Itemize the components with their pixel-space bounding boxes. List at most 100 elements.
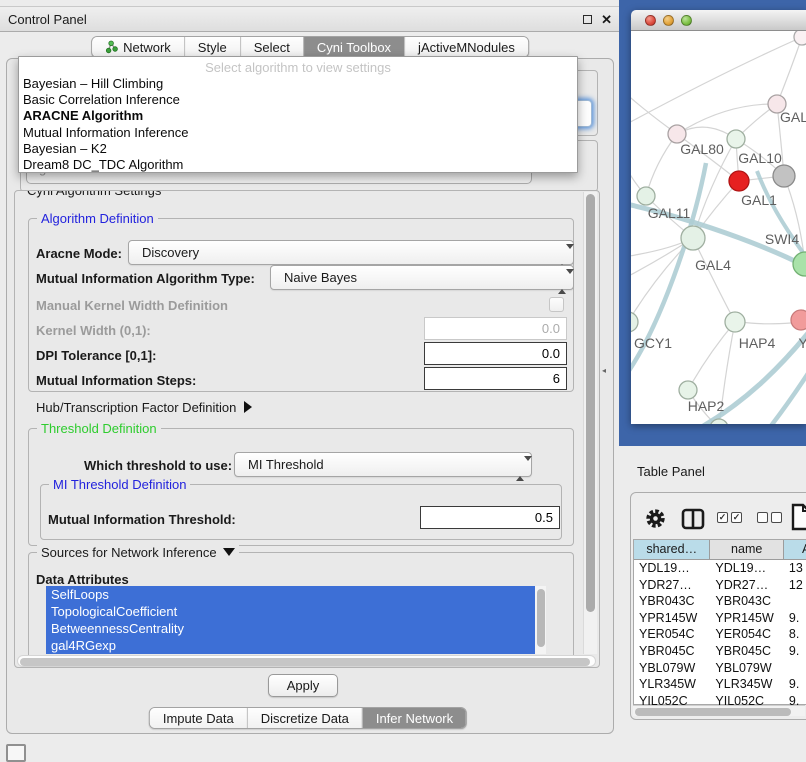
attribute-item[interactable]: TopologicalCoefficient: [46, 603, 535, 620]
tab-cyni-toolbox[interactable]: Cyni Toolbox: [303, 37, 404, 57]
close-traffic-light-icon[interactable]: [645, 15, 656, 26]
network-node-gal1[interactable]: [729, 171, 749, 191]
restore-window-icon[interactable]: [583, 15, 592, 24]
kernel-width-label: Kernel Width (0,1):: [36, 323, 151, 338]
minimize-traffic-light-icon[interactable]: [663, 15, 674, 26]
network-node-gal11[interactable]: [637, 187, 655, 205]
table-cell: YBR045C: [634, 643, 710, 660]
mi-steps-field[interactable]: 6: [424, 367, 567, 390]
mi-type-value: Naive Bayes: [284, 270, 357, 285]
network-node-swi4[interactable]: [793, 252, 806, 276]
which-threshold-combobox[interactable]: MI Threshold: [234, 452, 532, 477]
network-node-gcy1[interactable]: [631, 312, 638, 332]
settings-group-title: Cyni Algorithm Settings: [23, 190, 165, 198]
columns-icon[interactable]: [681, 508, 705, 530]
hub-definition-toggle[interactable]: Hub/Transcription Factor Definition: [36, 400, 252, 415]
tab-infer-network[interactable]: Infer Network: [362, 708, 466, 728]
tab-discretize-data[interactable]: Discretize Data: [247, 708, 362, 728]
table-cell: YPR145W: [710, 610, 784, 627]
control-panel-titlebar: Control Panel ✕: [0, 6, 620, 32]
settings-vertical-scrollbar[interactable]: [583, 192, 597, 654]
aracne-mode-combobox[interactable]: Discovery: [128, 240, 574, 265]
network-edge[interactable]: [646, 134, 677, 196]
algorithm-option[interactable]: Basic Correlation Inference: [19, 92, 577, 108]
collapsed-arrow-icon: [244, 401, 252, 413]
algorithm-option[interactable]: ARACNE Algorithm: [19, 108, 577, 124]
column-header-name[interactable]: name: [710, 540, 784, 560]
attributes-scrollbar[interactable]: [535, 586, 546, 654]
network-view-window[interactable]: GALGAL80GAL10GAL1GAL11SWI4GAL4GCY1HAP4YH…: [631, 10, 806, 424]
table-row[interactable]: YPR145WYPR145W9.: [634, 610, 806, 627]
attribute-item[interactable]: SelfLoops: [46, 586, 535, 603]
network-node-hap2[interactable]: [679, 381, 697, 399]
table-row[interactable]: YER054CYER054C8.: [634, 626, 806, 643]
table-row[interactable]: YDL19…YDL19…13: [634, 560, 806, 577]
network-edge[interactable]: [741, 322, 791, 324]
unchecked-checkbox-icon[interactable]: [757, 512, 768, 523]
node-label: HAP2: [688, 398, 725, 414]
tab-style[interactable]: Style: [184, 37, 240, 57]
tab-impute-data[interactable]: Impute Data: [150, 708, 247, 728]
tab-select[interactable]: Select: [240, 37, 303, 57]
network-edge[interactable]: [688, 322, 735, 390]
settings-horizontal-scrollbar[interactable]: [17, 655, 596, 667]
document-icon[interactable]: [790, 503, 806, 531]
network-node-gal10[interactable]: [727, 130, 745, 148]
algorithm-option[interactable]: Dream8 DC_TDC Algorithm: [19, 157, 577, 173]
checked-checkbox-icon[interactable]: ✓: [717, 512, 728, 523]
minimized-panel-icon[interactable]: [6, 744, 26, 762]
network-node[interactable]: [794, 31, 806, 45]
column-header-shared[interactable]: shared…: [634, 540, 710, 560]
unchecked-checkbox-icon[interactable]: [771, 512, 782, 523]
sources-toggle[interactable]: Sources for Network Inference: [37, 545, 239, 560]
column-header-a[interactable]: A…: [784, 540, 806, 560]
apply-button[interactable]: Apply: [268, 674, 338, 697]
attribute-item[interactable]: gal4RGexp: [46, 637, 535, 654]
network-edge[interactable]: [677, 104, 777, 134]
aracne-mode-value: Discovery: [142, 245, 199, 260]
gear-icon[interactable]: [645, 508, 666, 529]
network-node-gal4[interactable]: [681, 226, 705, 250]
tab-label: jActiveMNodules: [418, 37, 515, 58]
network-window-titlebar[interactable]: [631, 10, 806, 31]
mi-threshold-label: Mutual Information Threshold:: [48, 512, 236, 527]
table-row[interactable]: YBR045CYBR045C9.: [634, 643, 806, 660]
network-node[interactable]: [773, 165, 795, 187]
algorithm-option[interactable]: Mutual Information Inference: [19, 125, 577, 141]
table-cell: YBR043C: [710, 593, 784, 610]
network-node-hap4[interactable]: [725, 312, 745, 332]
network-desktop: GALGAL80GAL10GAL1GAL11SWI4GAL4GCY1HAP4YH…: [619, 0, 806, 446]
network-node-y[interactable]: [791, 310, 806, 330]
attribute-item[interactable]: BetweennessCentrality: [46, 620, 535, 637]
checked-checkbox-icon[interactable]: ✓: [731, 512, 742, 523]
table-row[interactable]: YLR345WYLR345W9.: [634, 676, 806, 693]
close-window-icon[interactable]: ✕: [601, 13, 612, 26]
table-cell: 9.: [784, 676, 806, 693]
table-cell: 12: [784, 577, 806, 594]
zoom-traffic-light-icon[interactable]: [681, 15, 692, 26]
network-graph[interactable]: GALGAL80GAL10GAL1GAL11SWI4GAL4GCY1HAP4YH…: [631, 31, 806, 424]
control-panel: Control Panel ✕ NetworkStyle Select Cyni T…: [0, 0, 620, 762]
algorithm-dropdown-popup: Select algorithm to view settings Bayesi…: [18, 56, 578, 173]
node-table: shared…nameA… YDL19…YDL19…13YDR27…YDR27……: [633, 539, 806, 705]
dpi-tolerance-field[interactable]: 0.0: [424, 342, 567, 365]
manual-kernel-checkbox[interactable]: [549, 297, 564, 312]
network-edge[interactable]: [693, 238, 735, 322]
panel-divider-grip[interactable]: ◂: [602, 366, 606, 375]
table-row[interactable]: YBL079WYBL079W: [634, 660, 806, 677]
tab-jactivemnodules[interactable]: jActiveMNodules: [404, 37, 528, 57]
network-canvas[interactable]: GALGAL80GAL10GAL1GAL11SWI4GAL4GCY1HAP4YH…: [631, 31, 806, 424]
tab-network[interactable]: Network: [92, 37, 184, 57]
tab-label: Discretize Data: [261, 708, 349, 729]
table-row[interactable]: YDR27…YDR27…12: [634, 577, 806, 594]
mi-type-combobox[interactable]: Naive Bayes: [270, 265, 574, 290]
table-panel: ✓ ✓ shared…nameA… YDL19…YDL19…13YDR27…YD…: [630, 492, 806, 720]
kernel-width-field[interactable]: 0.0: [424, 317, 567, 340]
table-horizontal-scrollbar[interactable]: [633, 705, 805, 716]
mi-threshold-field[interactable]: 0.5: [420, 506, 560, 529]
table-row[interactable]: YBR043CYBR043C: [634, 593, 806, 610]
algorithm-option[interactable]: Bayesian – Hill Climbing: [19, 76, 577, 92]
tab-label: Select: [254, 37, 290, 58]
algorithm-option[interactable]: Bayesian – K2: [19, 141, 577, 157]
node-label: GCY1: [634, 335, 672, 351]
